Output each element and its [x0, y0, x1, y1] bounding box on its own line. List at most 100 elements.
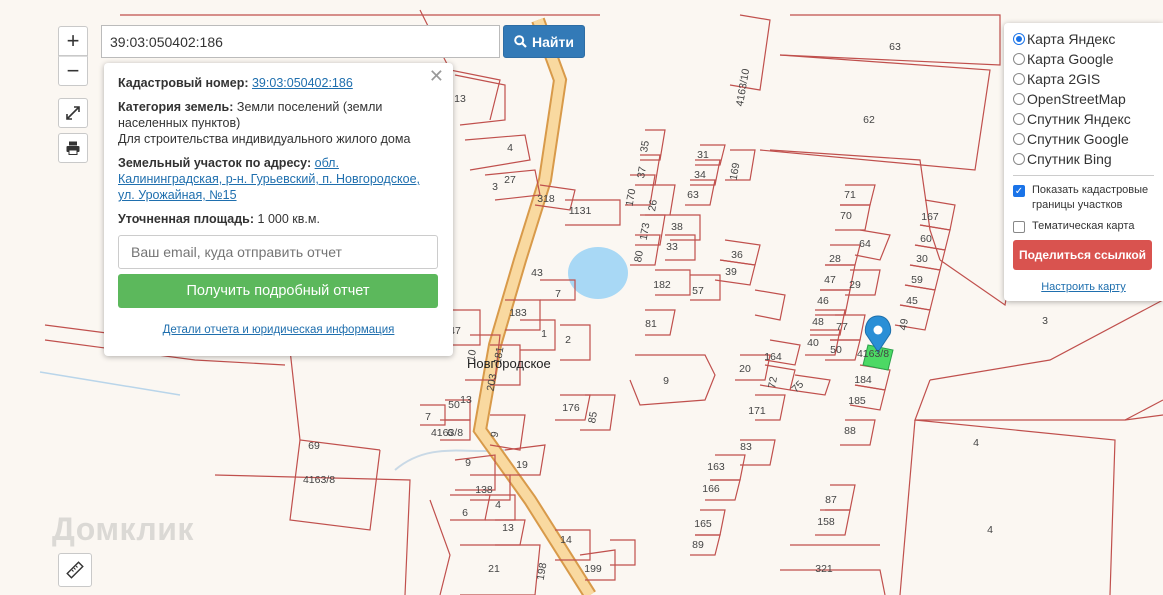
land-category-label: Категория земель:	[118, 100, 234, 114]
layer-divider	[1013, 175, 1154, 176]
parcel-number-label: 4163/8	[303, 474, 335, 486]
layer-radio[interactable]	[1013, 113, 1025, 125]
layer-option[interactable]: Спутник Bing	[1013, 149, 1154, 169]
layer-option[interactable]: Карта Google	[1013, 49, 1154, 69]
parcel-number-label: 71	[844, 189, 856, 201]
parcel-number-label: 183	[509, 307, 527, 319]
parcel-number-label: 167	[921, 211, 939, 223]
parcel-number-label: 4	[987, 524, 993, 536]
parcel-number-label: 35	[638, 140, 652, 154]
parcel-number-label: 14	[560, 534, 572, 546]
parcel-number-label: 34	[694, 169, 706, 181]
parcel-number-label: 13	[460, 394, 472, 406]
area-row: Уточненная площадь: 1 000 кв.м.	[118, 211, 439, 227]
parcel-number-label: 83	[740, 441, 752, 453]
parcel-number-label: 59	[911, 274, 923, 286]
parcel-number-label: 27	[504, 174, 516, 186]
parcel-number-label: 4163/8	[857, 348, 889, 360]
zoom-in-button[interactable]: +	[58, 26, 88, 56]
layer-option[interactable]: Карта Яндекс	[1013, 29, 1154, 49]
get-report-button[interactable]: Получить подробный отчет	[118, 274, 438, 308]
print-button[interactable]	[58, 133, 88, 163]
parcel-number-label: 26	[646, 199, 660, 213]
parcel-number-label: 63	[889, 41, 901, 53]
layer-radio[interactable]	[1013, 33, 1025, 45]
layer-radio[interactable]	[1013, 133, 1025, 145]
parcel-number-label: 170	[624, 188, 639, 207]
parcel-number-label: 50	[830, 344, 842, 356]
parcel-number-label: 6	[462, 507, 468, 519]
parcel-number-label: 20	[739, 363, 751, 375]
parcel-number-label: 4163/10	[734, 68, 752, 108]
parcel-number-label: 57	[692, 285, 704, 297]
parcel-number-label: 47	[824, 274, 836, 286]
layer-option[interactable]: Спутник Яндекс	[1013, 109, 1154, 129]
show-borders-label: Показать кадастровые границы участков	[1032, 184, 1149, 211]
printer-icon	[66, 141, 80, 155]
parcel-number-label: 40	[807, 337, 819, 349]
parcel-number-label: 2	[565, 334, 571, 346]
parcel-number-label: 9	[663, 375, 669, 387]
search-button-label: Найти	[532, 33, 574, 50]
parcel-number-label: 63	[687, 189, 699, 201]
close-icon[interactable]: ✕	[429, 67, 444, 85]
report-details-link[interactable]: Детали отчета и юридическая информация	[118, 322, 439, 338]
thematic-option[interactable]: Тематическая карта	[1013, 219, 1154, 234]
parcel-number-label: 9	[489, 430, 502, 438]
parcel-number-label: 80	[632, 250, 646, 264]
parcel-number-label: 4	[495, 499, 501, 511]
parcel-number-label: 185	[848, 395, 866, 407]
fullscreen-button[interactable]	[58, 98, 88, 128]
parcel-number-label: 50	[448, 399, 460, 411]
parcel-number-label: 64	[859, 238, 871, 250]
parcel-number-label: 69	[308, 440, 320, 452]
cadastral-number-link[interactable]: 39:03:050402:186	[252, 76, 353, 90]
parcel-number-label: 171	[748, 405, 766, 417]
land-usage-value: Для строительства индивидуального жилого…	[118, 132, 411, 146]
map-layer-panel: Карта Яндекс Карта Google Карта 2GIS OpenSt…	[1004, 23, 1163, 301]
layer-radio[interactable]	[1013, 53, 1025, 65]
parcel-number-label: 165	[694, 518, 712, 530]
parcel-number-label: 4	[973, 437, 979, 449]
parcel-number-label: 7	[425, 411, 431, 423]
parcel-number-label: 62	[863, 114, 875, 126]
parcel-number-label: 13	[502, 522, 514, 534]
thematic-checkbox[interactable]	[1013, 221, 1025, 233]
layer-option[interactable]: OpenStreetMap	[1013, 89, 1154, 109]
cadastral-search-input[interactable]	[101, 25, 500, 58]
area-value: 1 000 кв.м.	[257, 212, 320, 226]
parcel-number-label: 31	[697, 149, 709, 161]
layer-radio[interactable]	[1013, 153, 1025, 165]
layer-radio[interactable]	[1013, 93, 1025, 105]
parcel-number-label: 48	[812, 316, 824, 328]
parcel-number-label: 77	[836, 321, 848, 333]
configure-map-link[interactable]: Настроить карту	[1013, 281, 1154, 293]
share-link-button[interactable]: Поделиться ссылкой	[1013, 240, 1152, 270]
pond	[568, 247, 628, 299]
address-row: Земельный участок по адресу: обл. Калини…	[118, 155, 439, 203]
search-button[interactable]: Найти	[503, 25, 585, 58]
layer-option[interactable]: Спутник Google	[1013, 129, 1154, 149]
layer-option-label: OpenStreetMap	[1027, 91, 1126, 107]
show-borders-checkbox[interactable]: ✓	[1013, 185, 1025, 197]
layer-option[interactable]: Карта 2GIS	[1013, 69, 1154, 89]
email-field[interactable]	[118, 235, 438, 269]
parcel-number-label: 163	[707, 461, 725, 473]
map-layer-list: Карта Яндекс Карта Google Карта 2GIS OpenSt…	[1013, 29, 1154, 169]
parcel-number-label: 88	[844, 425, 856, 437]
parcel-info-popup: ✕ Кадастровый номер: 39:03:050402:186 Ка…	[104, 63, 453, 356]
parcel-number-label: 81	[645, 318, 657, 330]
parcel-number-label: 21	[488, 563, 500, 575]
parcel-number-label: 19	[516, 459, 528, 471]
parcel-number-label: 30	[916, 253, 928, 265]
parcel-number-label: 87	[825, 494, 837, 506]
layer-option-label: Карта 2GIS	[1027, 71, 1101, 87]
parcel-number-label: 85	[586, 411, 600, 425]
layer-option-label: Спутник Bing	[1027, 151, 1112, 167]
ruler-button[interactable]	[58, 553, 92, 587]
parcel-number-label: 28	[829, 253, 841, 265]
layer-radio[interactable]	[1013, 73, 1025, 85]
zoom-out-button[interactable]: −	[58, 56, 88, 86]
show-borders-option[interactable]: ✓ Показать кадастровые границы участков	[1013, 183, 1154, 213]
parcel-number-label: 72	[766, 376, 780, 390]
